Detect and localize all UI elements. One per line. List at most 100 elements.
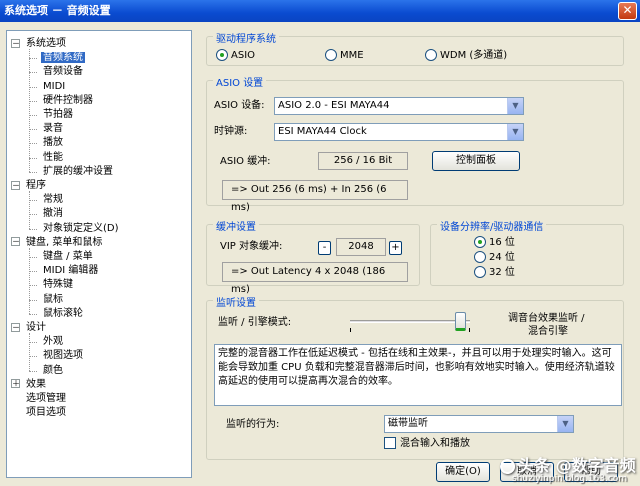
vip-buffer-value[interactable]: 2048 [336,238,386,256]
tree-item[interactable]: 性能 [41,151,65,165]
monitor-mode-right-label-2: 混合引擎 [528,326,568,337]
tree-item[interactable]: 外观 [41,335,65,349]
tree-item[interactable]: 鼠标 [41,293,65,307]
tree-item-label: 外观 [43,336,63,348]
tree-item-label: 硬件控制器 [43,94,93,106]
tree-item-label: 效果 [26,378,46,390]
expander-icon[interactable]: － [11,237,20,247]
tree-item-label: 音频系统 [41,52,85,64]
tree-connector [29,228,37,230]
radio-mme[interactable]: MME [325,49,364,62]
tree-category[interactable]: － 键盘, 菜单和鼠标 [11,236,104,250]
radio-dot [325,49,337,61]
tree-item-label: 项目选项 [26,407,66,419]
radio-dot [474,266,486,278]
close-button[interactable]: ✕ [618,2,637,20]
tree-item[interactable]: 撤消 [41,207,65,221]
radio-16bit[interactable]: 16 位 [474,236,515,249]
tree-item-label: 录音 [43,123,63,135]
tree-item-label: MIDI [43,80,66,92]
checkbox-box [384,437,396,449]
asio-device-label: ASIO 设备: [214,100,265,111]
buffer-decrease-button[interactable]: - [318,241,331,255]
tree-category[interactable]: － 系统选项 [11,37,68,51]
mix-input-playback-checkbox[interactable]: 混合输入和播放 [384,437,470,450]
tree-category[interactable]: ＋ 效果 [11,378,48,392]
tree-item[interactable]: 音频系统 [41,51,85,65]
tree-connector [29,72,37,74]
expander-icon[interactable]: － [11,180,20,190]
tree-item-label: 播放 [43,137,63,149]
tree-connector [29,171,37,173]
tree-item-label: 音频设备 [43,66,83,78]
tree-connector [29,370,37,372]
monitor-behavior-select[interactable]: 磁带监听 ▼ [384,415,574,433]
tree-item[interactable]: MIDI 编辑器 [41,264,100,278]
control-panel-button[interactable]: 控制面板 [432,151,520,171]
tree-item[interactable]: 键盘 / 菜单 [41,250,95,264]
monitor-behavior-label: 监听的行为: [226,419,280,430]
expander-icon[interactable]: － [11,322,20,332]
tree-category[interactable]: 选项管理 [11,392,68,406]
buffer-settings-title: 缓冲设置 [213,218,259,233]
tree-item-label: 常规 [43,194,63,206]
tree-connector [29,257,37,258]
window-title: 系统选项 － 音频设置 [4,4,111,17]
tree-item[interactable]: 录音 [41,122,65,136]
window-titlebar: 系统选项 － 音频设置 ✕ [0,0,640,22]
watermark: 头条 @数字音频 [500,452,636,476]
tree-connector [29,214,37,216]
tree-connector [29,100,37,102]
monitor-settings-title: 监听设置 [213,294,259,309]
tree-item[interactable]: 对象锁定定义(D) [41,222,121,236]
driver-system-group: 驱动程序系统 [206,30,624,66]
tree-connector [29,49,30,172]
tree-item[interactable]: 播放 [41,136,65,150]
chevron-down-icon: ▼ [507,124,523,140]
asio-buffer-value: 256 / 16 Bit [318,152,408,170]
radio-dot [425,49,437,61]
tree-item-label: 程序 [26,180,46,191]
tree-item[interactable]: 鼠标滚轮 [41,307,85,321]
tree-connector [29,86,37,88]
radio-asio[interactable]: ASIO [216,49,255,62]
tree-connector [29,247,30,314]
monitor-mode-label: 监听 / 引擎模式: [218,317,292,328]
monitor-mode-right-label-1: 调音台效果监听 / [508,313,585,324]
tree-item[interactable]: 常规 [41,193,65,207]
tree-item-label: 选项管理 [26,393,66,404]
tree-item-label: 键盘 / 菜单 [43,251,93,262]
tree-item-label: 节拍器 [43,109,73,120]
radio-24bit[interactable]: 24 位 [474,251,515,264]
clock-source-select[interactable]: ESI MAYA44 Clock ▼ [274,123,524,141]
monitor-description: 完整的混音器工作在低延迟模式 - 包括在线和主效果-，并且可以用于处理实时输入。… [214,344,622,406]
ok-button[interactable]: 确定(O) [436,462,490,482]
expander-icon[interactable]: ＋ [11,379,20,389]
tree-item[interactable]: 硬件控制器 [41,94,95,108]
tree-item-label: 撤消 [43,208,63,220]
tree-item[interactable]: 节拍器 [41,108,75,122]
tree-item[interactable]: 视图选项 [41,349,85,363]
buffer-increase-button[interactable]: + [389,241,402,255]
tree-item-label: 键盘, 菜单和鼠标 [26,236,103,248]
tree-category[interactable]: 项目选项 [11,406,68,420]
chevron-down-icon: ▼ [507,98,523,114]
watermark-url: shuziyinpin.blog.163.com [512,474,628,484]
monitor-mode-slider-thumb[interactable] [455,312,467,331]
radio-32bit[interactable]: 32 位 [474,266,515,279]
tree-item[interactable]: 特殊键 [41,278,75,292]
tree-connector [29,271,37,273]
options-tree: － 系统选项 音频系统音频设备 MIDI 硬件控制器节拍器录音播放性能 扩展的缓冲设置 － 程… [6,30,192,478]
tree-connector [29,285,37,287]
radio-wdm[interactable]: WDM (多通道) [425,49,507,62]
tree-item[interactable]: 扩展的缓冲设置 [41,165,115,179]
tree-item[interactable]: MIDI [41,80,67,94]
tree-item[interactable]: 音频设备 [41,65,85,79]
expander-icon[interactable]: － [11,38,20,48]
slider-ticks [350,328,470,332]
monitor-mode-slider-track[interactable] [350,320,470,323]
asio-device-select[interactable]: ASIO 2.0 - ESI MAYA44 ▼ [274,97,524,115]
radio-dot [474,251,486,263]
tree-item[interactable]: 颜色 [41,364,65,378]
tree-item-label: MIDI 编辑器 [43,265,99,277]
